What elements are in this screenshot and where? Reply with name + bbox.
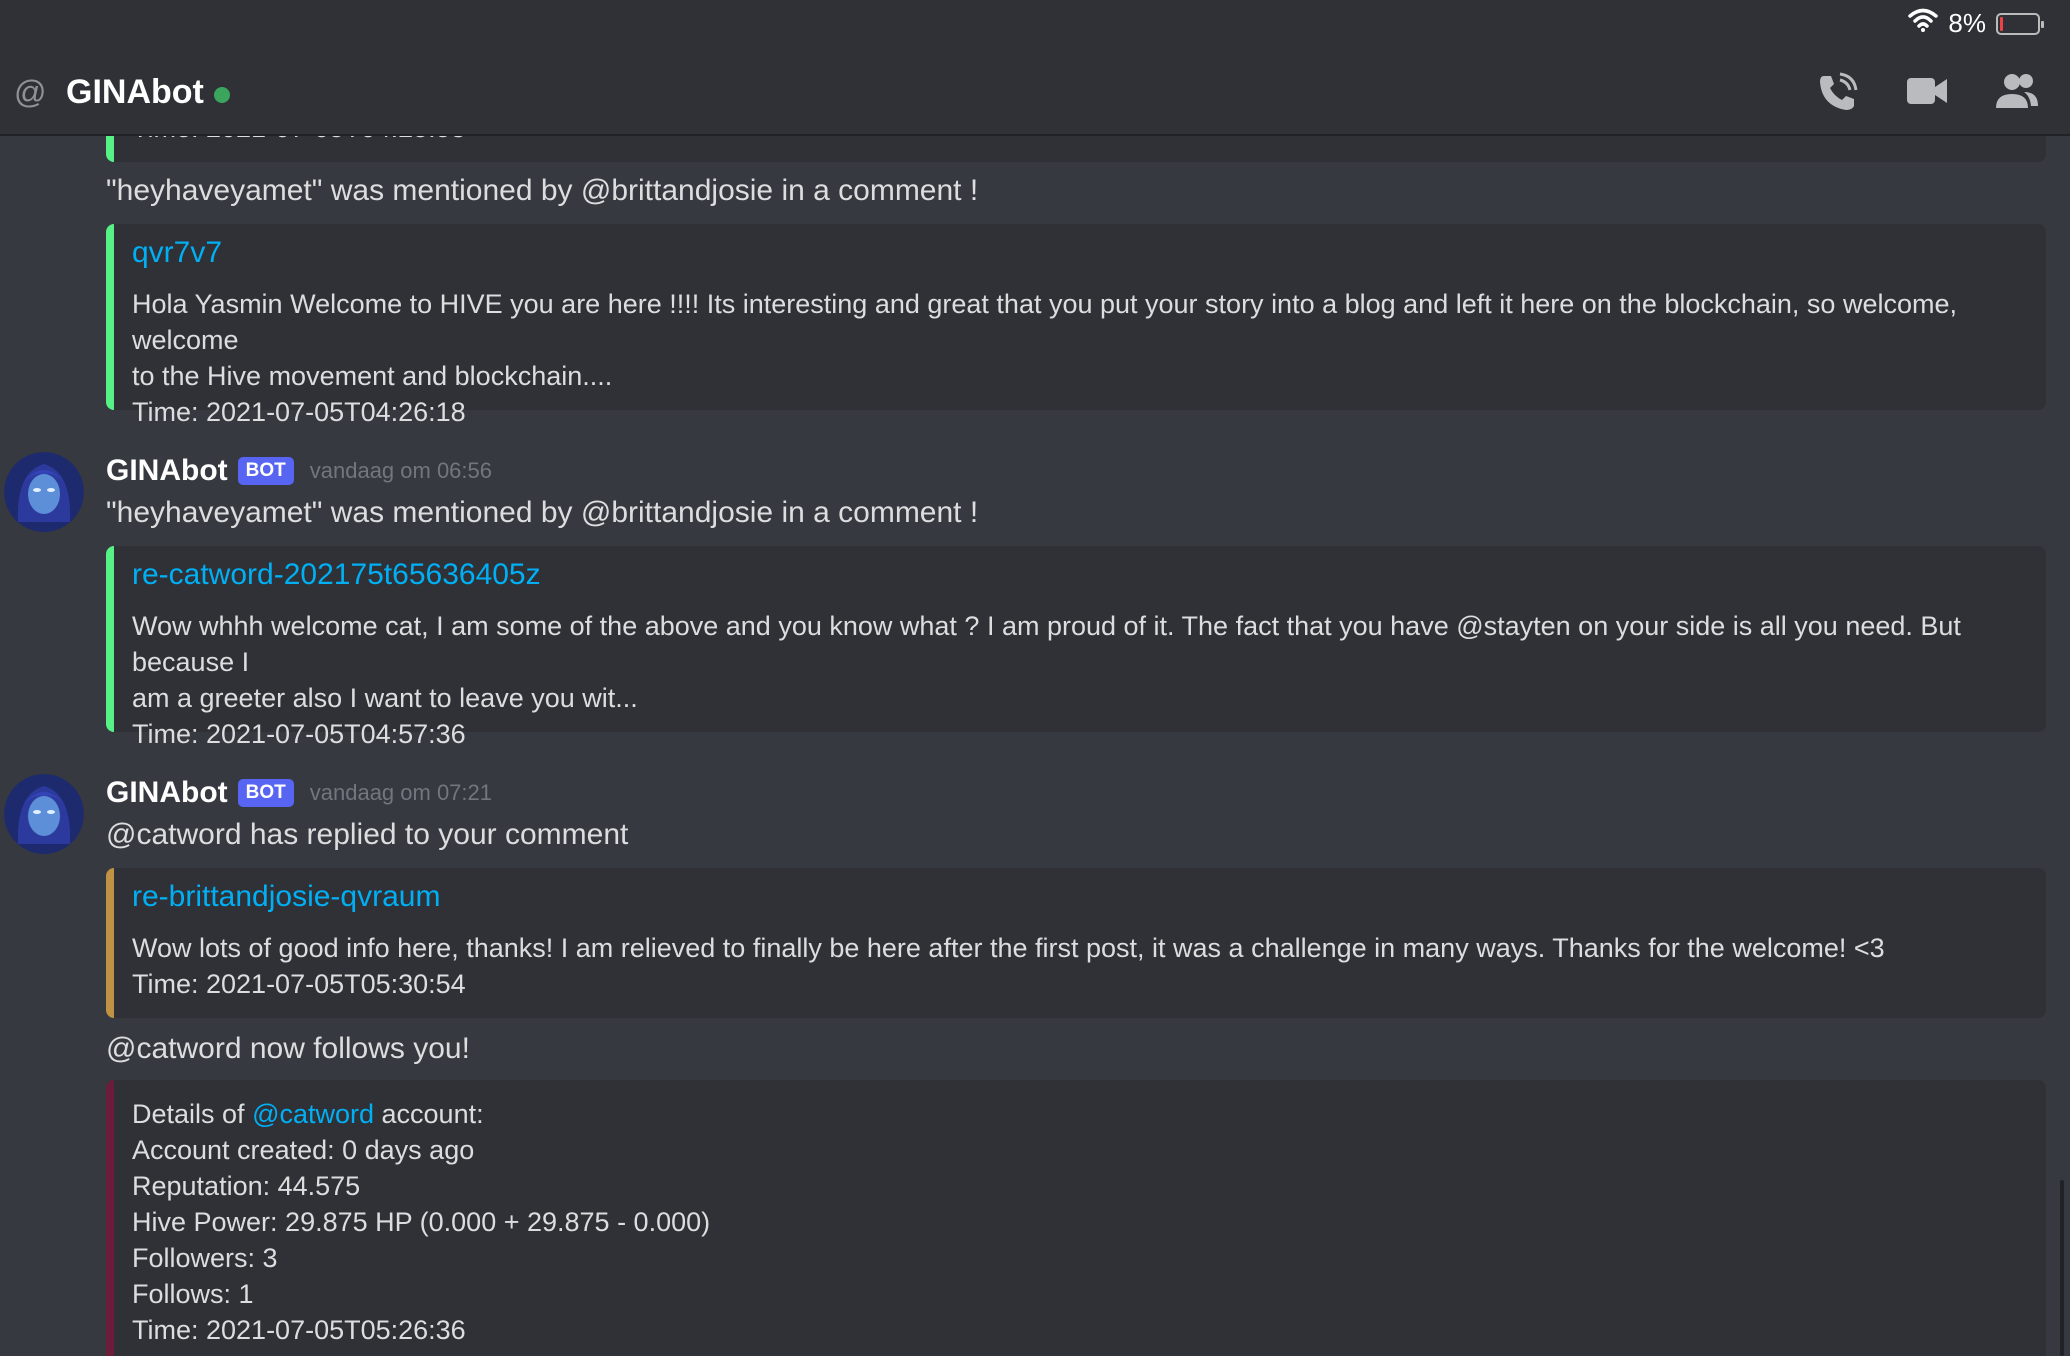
followers-count: Followers: 3 [132,1243,278,1273]
author-name[interactable]: GINAbot [106,454,228,488]
status-indicators: 8% [1908,8,2044,39]
message-list[interactable]: Time: 2021-07-05T04:25:53 "heyhaveyamet"… [0,136,2070,1356]
message-author-row: GINAbot BOT vandaag om 07:21 [106,776,492,810]
embed-description: Wow lots of good info here, thanks! I am… [132,930,2026,1002]
member-list-icon[interactable] [1994,68,2040,114]
scrollbar[interactable] [2060,1180,2064,1356]
avatar[interactable] [4,452,84,532]
battery-percent: 8% [1948,8,1986,38]
bot-badge: BOT [237,779,294,807]
wifi-icon [1908,8,1939,39]
embed-time: Time: 2021-07-05T05:30:54 [132,969,466,999]
avatar[interactable] [4,774,84,854]
online-status-dot [213,87,230,103]
embed-description: Details of @catword account: Account cre… [132,1096,2026,1348]
message-embed: Time: 2021-07-05T04:25:53 [106,136,2046,162]
account-created: Account created: 0 days ago [132,1135,475,1165]
account-mention-link[interactable]: @catword [252,1099,374,1129]
embed-title-link[interactable]: re-catword-202175t65636405z [132,558,2026,592]
message-text: "heyhaveyamet" was mentioned by @brittan… [106,496,979,529]
author-name[interactable]: GINAbot [106,776,228,810]
message-embed: Details of @catword account: Account cre… [106,1080,2046,1356]
at-mention-icon: @ [14,74,47,110]
embed-time: Time: 2021-07-05T04:26:18 [132,397,466,427]
message-text: "heyhaveyamet" was mentioned by @brittan… [106,174,979,207]
embed-time: Time: 2021-07-05T05:26:36 [132,1315,466,1345]
embed-title-link[interactable]: re-brittandjosie-qvraum [132,880,2026,914]
embed-title-link[interactable]: qvr7v7 [132,236,2026,270]
account-details-heading: Details of @catword account: [132,1099,484,1129]
header-actions [1814,68,2040,114]
message-timestamp: vandaag om 07:21 [309,780,493,805]
embed-description: Hola Yasmin Welcome to HIVE you are here… [132,286,2026,430]
message-embed: re-catword-202175t65636405z Wow whhh wel… [106,546,2046,749]
message-timestamp: vandaag om 06:56 [309,458,493,483]
message-text: @catword has replied to your comment [106,818,629,851]
embed-time: Time: 2021-07-05T04:25:53 [132,136,2026,146]
bot-badge: BOT [237,457,294,485]
reputation: Reputation: 44.575 [132,1171,361,1201]
message-embed: re-brittandjosie-qvraum Wow lots of good… [106,868,2046,1018]
message-author-row: GINAbot BOT vandaag om 06:56 [106,454,492,488]
battery-icon [1996,12,2044,35]
follows-count: Follows: 1 [132,1279,254,1309]
status-bar: 8% [0,0,2070,50]
embed-description: Wow whhh welcome cat, I am some of the a… [132,608,2026,752]
voice-call-icon[interactable] [1814,68,1860,114]
message-text: @catword now follows you! [106,1032,470,1065]
hive-power: Hive Power: 29.875 HP (0.000 + 29.875 - … [132,1207,711,1237]
message-embed: qvr7v7 Hola Yasmin Welcome to HIVE you a… [106,224,2046,427]
channel-header: @ GINAbot [0,50,2070,136]
embed-time: Time: 2021-07-05T04:57:36 [132,719,466,749]
video-call-icon[interactable] [1904,68,1950,114]
channel-title: GINAbot [66,72,204,111]
